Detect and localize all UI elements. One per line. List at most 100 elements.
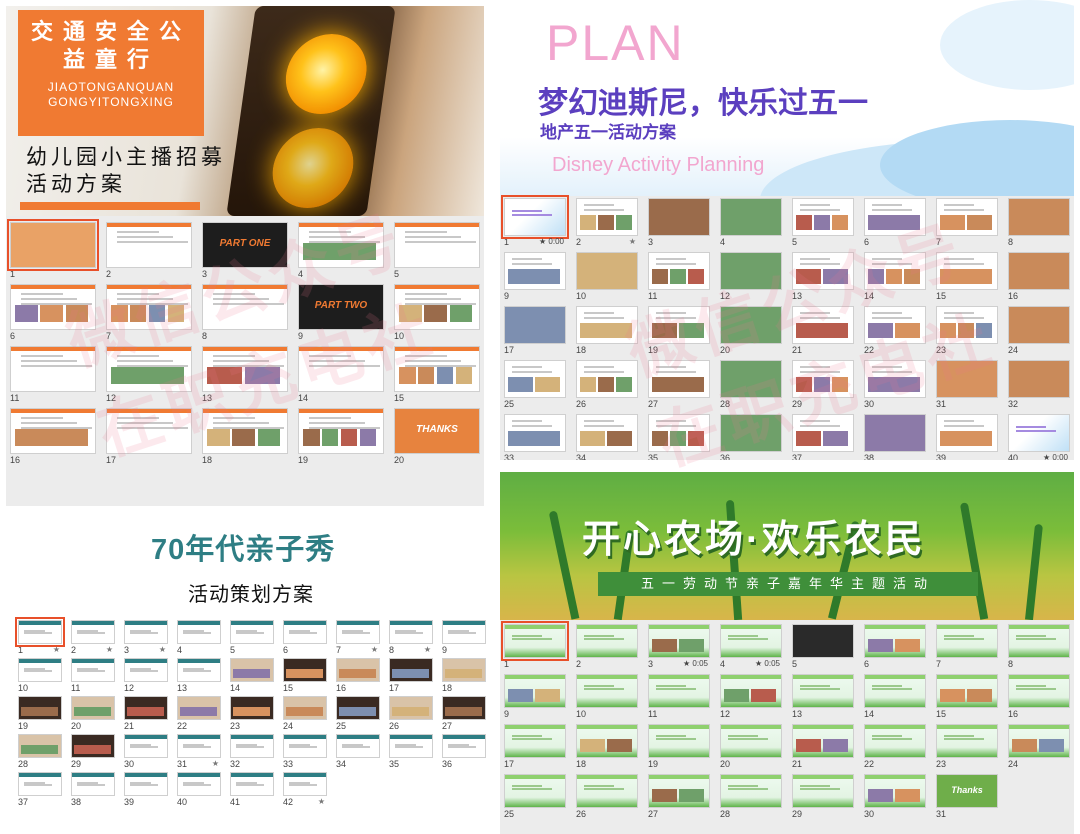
slide-thumbnail[interactable]: 14 [864,252,926,302]
slide-thumbnail[interactable]: 24 [1008,724,1070,770]
slide-thumbnail[interactable]: 40 ★ 0:00 [1008,414,1070,460]
slide-thumbnail[interactable]: 8 [1008,198,1070,248]
slide-thumbnail[interactable]: PART TWO 9 [298,284,384,342]
slide-thumbnail[interactable]: 38 [864,414,926,460]
slide-thumbnail[interactable]: 25 [504,774,566,820]
slide-thumbnail[interactable]: 9 [504,252,566,302]
slide-thumbnail[interactable]: 10 [18,658,62,694]
slide-thumbnail[interactable]: 20 [720,306,782,356]
slide-thumbnail[interactable]: 5 [230,620,274,656]
slide-thumbnail[interactable]: 34 [576,414,638,460]
slide-thumbnail[interactable]: 23 [936,306,998,356]
slide-thumbnail[interactable]: 4 [720,198,782,248]
slide-thumbnail[interactable]: 39 [936,414,998,460]
slide-thumbnail[interactable]: 10 [576,674,638,720]
slide-thumbnail[interactable]: 14 [298,346,384,404]
slide-thumbnail[interactable]: 1 ★ 0:00 [501,195,569,248]
slide-thumbnail[interactable]: 36 [720,414,782,460]
slide-thumbnail[interactable]: 5 [792,198,854,248]
slide-thumbnail[interactable]: 9 [504,674,566,720]
slide-thumbnail[interactable]: 26 [389,696,433,732]
slide-thumbnail[interactable]: 24 [283,696,327,732]
slide-thumbnail[interactable]: 1 [501,621,569,670]
slide-thumbnail[interactable]: 18 [442,658,486,694]
slide-thumbnail[interactable]: 13 [202,346,288,404]
slide-thumbnail[interactable]: 2 [576,624,638,670]
slide-thumbnail[interactable]: 28 [720,360,782,410]
slide-thumbnail[interactable]: 11 [648,252,710,302]
slide-thumbnail[interactable]: 37 [18,772,62,808]
slide-thumbnail[interactable]: 35 [648,414,710,460]
slide-thumbnail[interactable]: 4 ★ 0:05 [720,624,782,670]
slide-thumbnail[interactable]: 16 [336,658,380,694]
slide-thumbnail[interactable]: 11 [648,674,710,720]
slide-thumbnail[interactable]: 27 [648,774,710,820]
slide-thumbnail[interactable]: 11 [71,658,115,694]
slide-thumbnail[interactable]: 12 [106,346,192,404]
slide-thumbnail[interactable]: 21 [792,724,854,770]
slide-thumbnail[interactable]: 19 [18,696,62,732]
slide-thumbnail[interactable]: 22 [864,724,926,770]
slide-thumbnail[interactable]: 6 [283,620,327,656]
slide-thumbnail[interactable]: 17 [106,408,192,466]
slide-thumbnail[interactable]: 14 [864,674,926,720]
slide-thumbnail[interactable]: 10 [576,252,638,302]
slide-thumbnail[interactable]: 30 [864,774,926,820]
slide-thumbnail[interactable]: 35 [389,734,433,770]
slide-thumbnail[interactable]: 17 [504,724,566,770]
slide-thumbnail[interactable]: 26 [576,360,638,410]
slide-thumbnail[interactable]: 42 ★ [283,772,327,808]
slide-thumbnail[interactable]: 16 [10,408,96,466]
slide-thumbnail[interactable]: 27 [648,360,710,410]
slide-thumbnail[interactable]: THANKS 20 [394,408,480,466]
slide-thumbnail[interactable]: 15 [283,658,327,694]
slide-thumbnail[interactable]: 22 [864,306,926,356]
slide-thumbnail[interactable]: 13 [177,658,221,694]
slide-thumbnail[interactable]: 34 [336,734,380,770]
slide-thumbnail[interactable]: 5 [792,624,854,670]
slide-thumbnail[interactable]: 41 [230,772,274,808]
slide-thumbnail[interactable]: 21 [792,306,854,356]
slide-thumbnail[interactable]: 36 [442,734,486,770]
slide-thumbnail[interactable]: 37 [792,414,854,460]
slide-thumbnail[interactable]: 23 [230,696,274,732]
slide-thumbnail[interactable]: 2 ★ [71,620,115,656]
slide-thumbnail[interactable]: 23 [936,724,998,770]
slide-thumbnail[interactable]: PART ONE 3 [202,222,288,280]
slide-thumbnail[interactable]: 21 [124,696,168,732]
slide-thumbnail[interactable]: 13 [792,674,854,720]
slide-thumbnail[interactable]: 28 [720,774,782,820]
slide-thumbnail[interactable]: 18 [576,306,638,356]
slide-thumbnail[interactable]: 3 ★ 0:05 [648,624,710,670]
slide-thumbnail[interactable]: 7 ★ [336,620,380,656]
slide-thumbnail[interactable]: 27 [442,696,486,732]
slide-thumbnail[interactable]: 1 [7,219,99,280]
slide-thumbnail[interactable]: 18 [202,408,288,466]
slide-thumbnail[interactable]: 19 [298,408,384,466]
slide-thumbnail[interactable]: 3 [648,198,710,248]
slide-thumbnail[interactable]: 39 [124,772,168,808]
slide-thumbnail[interactable]: 17 [389,658,433,694]
slide-thumbnail[interactable]: 7 [936,198,998,248]
slide-thumbnail[interactable]: 12 [720,252,782,302]
slide-thumbnail[interactable]: 6 [10,284,96,342]
slide-thumbnail[interactable]: 15 [394,346,480,404]
slide-thumbnail[interactable]: 12 [720,674,782,720]
slide-thumbnail[interactable]: 40 [177,772,221,808]
slide-thumbnail[interactable]: 22 [177,696,221,732]
slide-thumbnail[interactable]: 30 [864,360,926,410]
slide-thumbnail[interactable]: 10 [394,284,480,342]
slide-thumbnail[interactable]: 4 [298,222,384,280]
slide-thumbnail[interactable]: 8 [202,284,288,342]
slide-thumbnail[interactable]: 38 [71,772,115,808]
slide-thumbnail[interactable]: 31 [936,360,998,410]
slide-thumbnail[interactable]: 25 [336,696,380,732]
slide-thumbnail[interactable]: 33 [504,414,566,460]
slide-thumbnail[interactable]: 8 ★ [389,620,433,656]
slide-thumbnail[interactable]: 32 [230,734,274,770]
slide-thumbnail[interactable]: 1 ★ [15,617,65,656]
slide-thumbnail[interactable]: 26 [576,774,638,820]
slide-thumbnail[interactable]: 16 [1008,252,1070,302]
slide-thumbnail[interactable]: 20 [720,724,782,770]
slide-thumbnail[interactable]: Thanks 31 [936,774,998,820]
